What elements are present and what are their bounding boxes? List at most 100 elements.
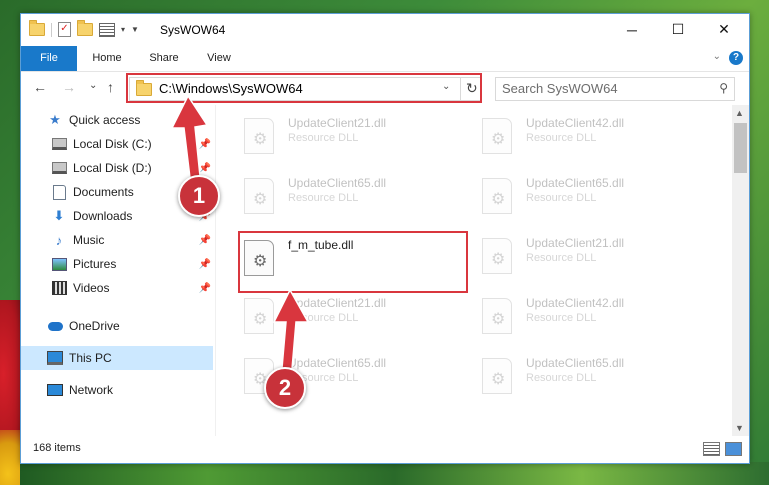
- folder-icon: [29, 20, 45, 36]
- sidebar-item-onedrive[interactable]: OneDrive: [21, 314, 213, 338]
- large-icons-view-icon[interactable]: [725, 442, 742, 456]
- checkmark-properties-icon[interactable]: ✓: [58, 22, 71, 37]
- sidebar-item-label: Pictures: [73, 257, 117, 271]
- forward-arrow-icon[interactable]: →: [62, 79, 76, 95]
- scrollbar-thumb[interactable]: [734, 123, 747, 173]
- file-item[interactable]: ⚙ UpdateClient65.dll Resource DLL: [242, 175, 472, 225]
- file-highlight-box: [238, 231, 468, 293]
- sidebar-item-this-pc[interactable]: This PC: [21, 346, 213, 370]
- details-view-icon[interactable]: [703, 442, 720, 456]
- sidebar-item-label: Documents: [73, 185, 134, 199]
- file-description: Resource DLL: [288, 312, 359, 324]
- network-icon: [47, 382, 63, 398]
- documents-icon: [51, 184, 67, 200]
- file-description: Resource DLL: [288, 132, 359, 144]
- dll-file-icon: ⚙: [244, 178, 274, 214]
- drive-icon: [51, 160, 67, 176]
- file-item[interactable]: ⚙ UpdateClient21.dll Resource DLL: [480, 235, 710, 285]
- sidebar-item-label: Music: [73, 233, 105, 247]
- dll-file-icon: ⚙: [482, 118, 512, 154]
- address-bar-highlight-box: [126, 73, 482, 103]
- search-icon[interactable]: ⚲: [719, 81, 728, 95]
- vertical-scrollbar[interactable]: ▲ ▼: [732, 105, 749, 436]
- desktop-wallpaper-strip: [20, 462, 769, 485]
- scroll-down-icon[interactable]: ▼: [735, 423, 744, 433]
- file-name: UpdateClient65.dll: [526, 356, 625, 370]
- file-description: Resource DLL: [526, 252, 597, 264]
- file-item[interactable]: ⚙ UpdateClient42.dll Resource DLL: [480, 115, 710, 165]
- sidebar-item-label: Local Disk (D:): [73, 161, 152, 175]
- file-description: Resource DLL: [526, 132, 597, 144]
- scroll-up-icon[interactable]: ▲: [735, 108, 744, 118]
- dll-file-icon: ⚙: [244, 118, 274, 154]
- new-folder-icon[interactable]: [77, 20, 93, 36]
- sidebar-item-label: OneDrive: [69, 319, 120, 333]
- tab-file[interactable]: File: [21, 46, 77, 71]
- quick-access-toolbar: ✓ ▾ ▼: [29, 20, 139, 37]
- ribbon: File Home Share View ⌄ ?: [21, 46, 749, 72]
- file-item[interactable]: ⚙ UpdateClient42.dll Resource DLL: [480, 295, 710, 345]
- properties-icon[interactable]: [99, 22, 115, 37]
- qat-customize-chevron-icon[interactable]: ▾: [121, 25, 125, 34]
- drive-icon: [51, 136, 67, 152]
- back-arrow-icon[interactable]: ←: [33, 79, 47, 95]
- sidebar-item-local-disk-c[interactable]: Local Disk (C:) 📌: [21, 132, 213, 156]
- status-bar: 168 items: [21, 436, 749, 463]
- file-item[interactable]: ⚙ UpdateClient65.dll Resource DLL: [480, 355, 710, 405]
- pictures-icon: [51, 256, 67, 272]
- sidebar-item-quick-access[interactable]: ★ Quick access: [21, 108, 213, 132]
- file-item[interactable]: ⚙ UpdateClient21.dll Resource DLL: [242, 295, 472, 345]
- qat-separator: [51, 22, 52, 37]
- dll-file-icon: ⚙: [482, 298, 512, 334]
- ribbon-expand-chevron-icon[interactable]: ⌄: [713, 51, 721, 62]
- tab-share[interactable]: Share: [141, 46, 187, 71]
- help-button[interactable]: ?: [729, 51, 743, 65]
- file-item[interactable]: ⚙ UpdateClient21.dll Resource DLL: [242, 115, 472, 165]
- file-name: UpdateClient21.dll: [526, 236, 625, 250]
- pin-icon[interactable]: 📌: [199, 139, 211, 150]
- pin-icon[interactable]: 📌: [199, 283, 211, 294]
- file-name: UpdateClient65.dll: [288, 356, 387, 370]
- sidebar-item-music[interactable]: ♪ Music 📌: [21, 228, 213, 252]
- sidebar-item-network[interactable]: Network: [21, 378, 213, 402]
- onedrive-icon: [47, 318, 63, 334]
- tab-home[interactable]: Home: [83, 46, 131, 71]
- maximize-button[interactable]: ☐: [655, 14, 701, 45]
- sidebar-item-pictures[interactable]: Pictures 📌: [21, 252, 213, 276]
- file-name: UpdateClient42.dll: [526, 296, 625, 310]
- file-description: Resource DLL: [288, 192, 359, 204]
- pin-icon[interactable]: 📌: [199, 259, 211, 270]
- sidebar-item-local-disk-d[interactable]: Local Disk (D:) 📌: [21, 156, 213, 180]
- file-item[interactable]: ⚙ UpdateClient65.dll Resource DLL: [480, 175, 710, 225]
- pin-icon[interactable]: 📌: [199, 235, 211, 246]
- videos-icon: [51, 280, 67, 296]
- step-2-badge: 2: [264, 367, 306, 409]
- navigation-pane: ★ Quick access Local Disk (C:) 📌 Local D…: [21, 105, 216, 436]
- search-input[interactable]: Search SysWOW64: [502, 81, 618, 96]
- file-name: UpdateClient65.dll: [288, 176, 387, 190]
- dll-file-icon: ⚙: [244, 298, 274, 334]
- star-icon: ★: [49, 112, 61, 127]
- tab-view[interactable]: View: [197, 46, 241, 71]
- music-icon: ♪: [55, 232, 63, 248]
- file-description: Resource DLL: [526, 372, 597, 384]
- title-bar: ✓ ▾ ▼ SysWOW64 ─ ☐ ✕: [21, 14, 749, 46]
- sidebar-item-videos[interactable]: Videos 📌: [21, 276, 213, 300]
- up-arrow-icon[interactable]: ↑: [107, 79, 114, 95]
- item-count: 168 items: [33, 442, 81, 454]
- window-title: SysWOW64: [160, 23, 226, 37]
- sidebar-item-label: Videos: [73, 281, 110, 295]
- sidebar-item-label: This PC: [69, 351, 112, 365]
- file-name: UpdateClient42.dll: [526, 116, 625, 130]
- pc-icon: [47, 350, 63, 366]
- close-button[interactable]: ✕: [701, 14, 747, 45]
- pin-icon[interactable]: 📌: [199, 163, 211, 174]
- step-1-badge: 1: [178, 175, 220, 217]
- dll-file-icon: ⚙: [482, 238, 512, 274]
- recent-locations-chevron-icon[interactable]: ⌄: [89, 80, 97, 91]
- minimize-button[interactable]: ─: [609, 14, 655, 45]
- sidebar-item-label: Quick access: [69, 113, 141, 127]
- qat-dropdown-icon[interactable]: ▼: [131, 25, 139, 34]
- search-box[interactable]: Search SysWOW64 ⚲: [495, 77, 735, 101]
- sidebar-item-label: Network: [69, 383, 114, 397]
